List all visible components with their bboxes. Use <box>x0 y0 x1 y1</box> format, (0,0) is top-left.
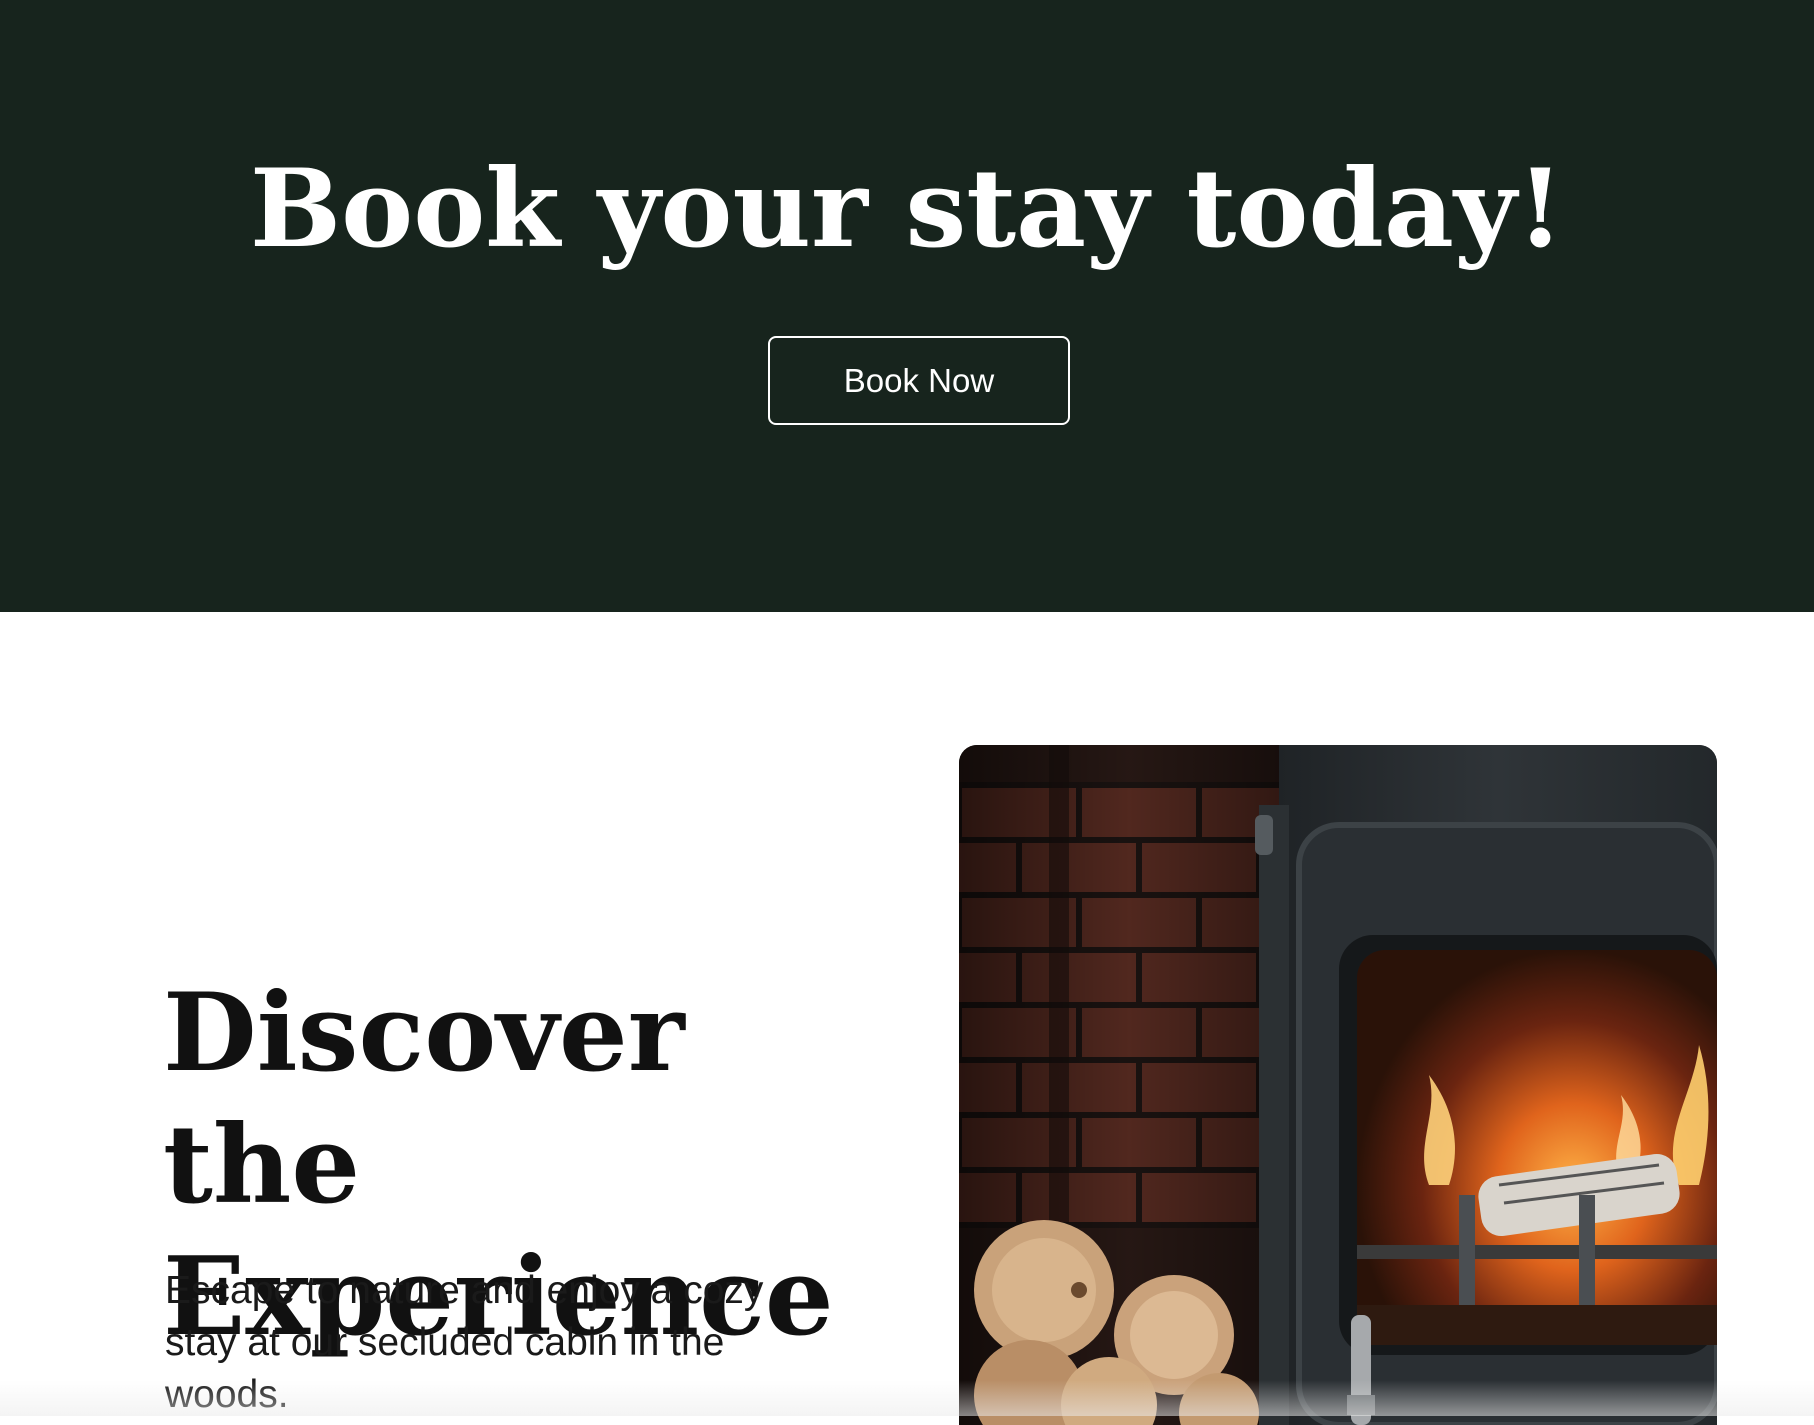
hero-title: Book your stay today! <box>249 146 1565 272</box>
experience-description: Escape to nature and enjoy a cozy stay a… <box>165 1269 764 1416</box>
book-now-button[interactable]: Book Now <box>768 336 1070 425</box>
hero-section: Book your stay today! Book Now <box>0 0 1814 612</box>
experience-section: Discover the Experience Escape to nature… <box>0 612 1814 1425</box>
fireplace-image <box>959 745 1717 1425</box>
